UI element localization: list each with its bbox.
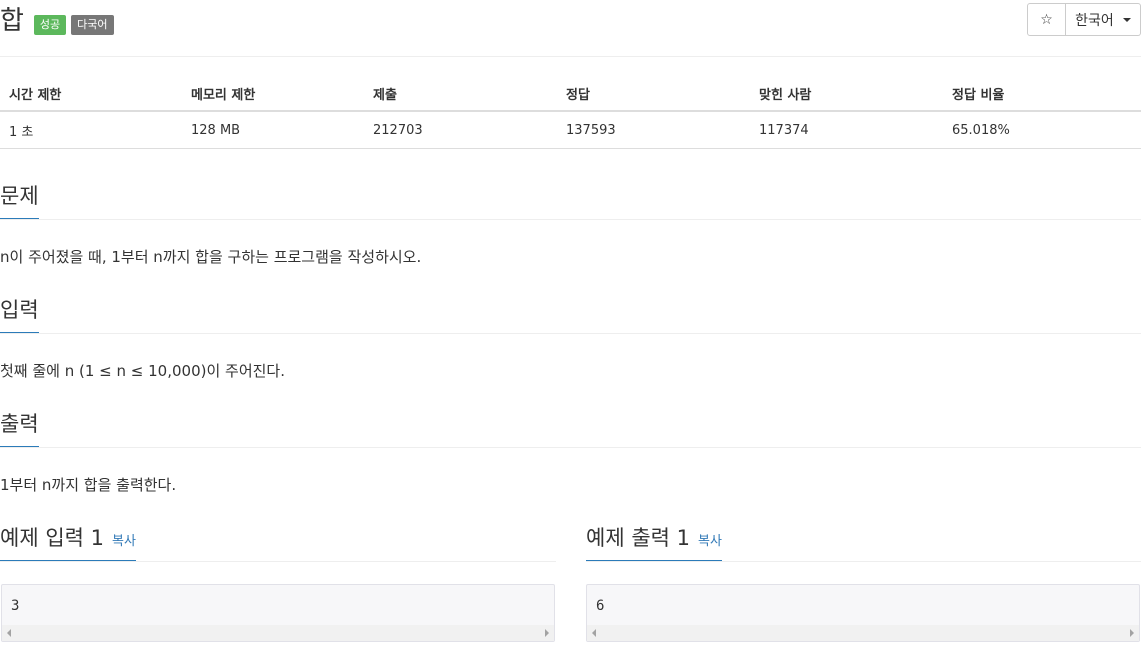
sample-input-title-wrap: 예제 입력 1 복사 xyxy=(0,522,136,562)
output-description: 1부터 n까지 합을 출력한다. xyxy=(0,476,177,494)
scroll-left-icon[interactable] xyxy=(592,629,596,637)
horizontal-scrollbar[interactable] xyxy=(2,625,554,641)
page-title: 합 xyxy=(0,6,24,36)
problem-section-header: 문제 xyxy=(0,180,1141,220)
language-dropdown[interactable]: 한국어 xyxy=(1066,3,1141,36)
sample-output-box: 6 xyxy=(586,584,1140,642)
value-accept-rate: 65.018% xyxy=(943,111,1141,149)
header-accepted: 정답 xyxy=(557,77,750,112)
sample-input-value: 3 xyxy=(11,598,20,614)
value-memory-limit: 128 MB xyxy=(182,111,364,149)
problem-page: 합 성공 다국어 ☆ 한국어 시간 제한 메모리 제한 제출 정답 맞힌 사람 … xyxy=(0,0,1146,649)
language-label: 한국어 xyxy=(1075,12,1114,29)
sample-output-value: 6 xyxy=(596,598,605,614)
value-solvers: 117374 xyxy=(750,111,943,149)
scroll-right-icon[interactable] xyxy=(1130,629,1134,637)
header-divider xyxy=(0,56,1141,57)
value-submissions: 212703 xyxy=(364,111,557,149)
sample-input-title: 예제 입력 1 xyxy=(0,526,104,550)
scroll-right-icon[interactable] xyxy=(545,629,549,637)
problem-description: n이 주어졌을 때, 1부터 n까지 합을 구하는 프로그램을 작성하시오. xyxy=(0,248,422,266)
title-row: 합 성공 다국어 xyxy=(0,4,119,38)
header-accept-rate: 정답 비율 xyxy=(943,77,1141,112)
scroll-left-icon[interactable] xyxy=(7,629,11,637)
problem-info-table: 시간 제한 메모리 제한 제출 정답 맞힌 사람 정답 비율 1 초 128 M… xyxy=(0,77,1141,149)
problem-section-title: 문제 xyxy=(0,180,39,220)
info-value-row: 1 초 128 MB 212703 137593 117374 65.018% xyxy=(0,111,1141,149)
input-section-header: 입력 xyxy=(0,294,1141,334)
header-solvers: 맞힌 사람 xyxy=(750,77,943,112)
star-icon: ☆ xyxy=(1040,11,1053,28)
section-divider xyxy=(586,561,1141,562)
copy-sample-input-link[interactable]: 복사 xyxy=(112,534,136,549)
copy-sample-output-link[interactable]: 복사 xyxy=(698,534,722,549)
multilang-badge: 다국어 xyxy=(71,15,114,35)
info-header-row: 시간 제한 메모리 제한 제출 정답 맞힌 사람 정답 비율 xyxy=(0,77,1141,112)
section-divider xyxy=(0,561,556,562)
header-memory-limit: 메모리 제한 xyxy=(182,77,364,112)
success-badge: 성공 xyxy=(33,15,67,35)
output-section-header: 출력 xyxy=(0,408,1141,448)
section-divider xyxy=(0,219,1141,220)
header-time-limit: 시간 제한 xyxy=(0,77,182,112)
sample-output-header: 예제 출력 1 복사 xyxy=(586,522,1141,562)
input-description: 첫째 줄에 n (1 ≤ n ≤ 10,000)이 주어진다. xyxy=(0,362,285,380)
sample-output-title: 예제 출력 1 xyxy=(586,526,690,550)
horizontal-scrollbar[interactable] xyxy=(587,625,1139,641)
section-divider xyxy=(0,333,1141,334)
header-submissions: 제출 xyxy=(364,77,557,112)
section-divider xyxy=(0,447,1141,448)
input-section-title: 입력 xyxy=(0,294,39,334)
favorite-button[interactable]: ☆ xyxy=(1027,3,1066,36)
header-button-group: ☆ 한국어 xyxy=(1027,3,1141,36)
sample-output-title-wrap: 예제 출력 1 복사 xyxy=(586,522,722,562)
value-time-limit: 1 초 xyxy=(0,111,182,149)
output-section-title: 출력 xyxy=(0,408,39,448)
value-accepted: 137593 xyxy=(557,111,750,149)
sample-input-box: 3 xyxy=(1,584,555,642)
caret-down-icon xyxy=(1122,17,1131,22)
sample-input-header: 예제 입력 1 복사 xyxy=(0,522,556,562)
